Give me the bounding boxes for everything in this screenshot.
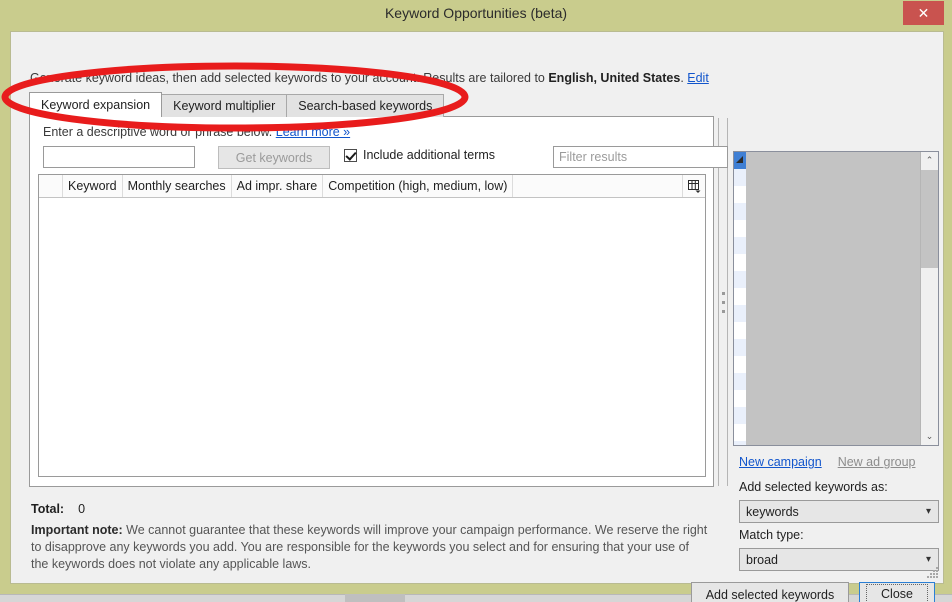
total-row: Total: 0 [31,502,85,516]
tree-row-stripe[interactable] [734,390,746,407]
destination-links: New campaign New ad group [739,455,932,469]
close-dialog-button[interactable]: Close [859,582,935,602]
grid-column-monthly-searches[interactable]: Monthly searches [123,175,232,197]
window-close-button[interactable]: ✕ [903,1,944,25]
tree-row-gutter [734,152,746,445]
tree-content-area[interactable] [746,152,920,445]
checkbox-box-icon [344,149,357,162]
chevron-down-icon: ▾ [926,506,931,517]
title-bar: Keyword Opportunities (beta) ✕ [0,0,952,28]
splitter-line-right [727,118,728,486]
grid-header-spacer [513,175,682,197]
keyword-opportunities-dialog: Keyword Opportunities (beta) ✕ Generate … [0,0,952,594]
tree-row-stripe[interactable] [734,271,746,288]
tree-row-stripe[interactable] [734,322,746,339]
get-keywords-button[interactable]: Get keywords [218,146,330,169]
splitter-dot [722,301,725,304]
keyword-input-row: Get keywords Include additional terms [43,146,703,170]
tab-strip: Keyword expansion Keyword multiplier Sea… [29,92,443,117]
keyword-results-grid[interactable]: Keyword Monthly searches Ad impr. share … [38,174,706,477]
form-instruction-text: Enter a descriptive word or phrase below… [43,125,276,139]
tree-row-stripe[interactable] [734,407,746,424]
match-type-dropdown-value: broad [746,553,778,567]
tree-row-stripe[interactable] [734,237,746,254]
panel-splitter[interactable] [716,118,730,486]
tree-row-stripe[interactable] [734,441,746,446]
tree-row-stripe[interactable] [734,339,746,356]
tab-keyword-expansion[interactable]: Keyword expansion [29,92,162,117]
important-note: Important note: We cannot guarantee that… [31,522,709,573]
intro-text: Generate keyword ideas, then add selecte… [30,71,709,85]
grid-select-all-cell[interactable] [39,175,63,197]
tree-vertical-scrollbar[interactable]: ⌃ ⌄ [920,152,938,445]
filter-results-input[interactable] [553,146,728,168]
scroll-up-arrow-icon[interactable]: ⌃ [921,152,938,169]
close-dialog-button-label: Close [866,584,928,602]
new-campaign-link[interactable]: New campaign [739,455,822,469]
add-selected-keywords-as-label: Add selected keywords as: [739,480,888,494]
new-ad-group-link[interactable]: New ad group [838,455,916,469]
window-title: Keyword Opportunities (beta) [0,5,952,21]
total-label: Total: [31,502,64,516]
grid-column-competition[interactable]: Competition (high, medium, low) [323,175,513,197]
form-instruction: Enter a descriptive word or phrase below… [43,125,350,139]
grid-header-row: Keyword Monthly searches Ad impr. share … [39,175,705,198]
tree-row-stripe[interactable] [734,220,746,237]
grid-body-empty[interactable] [39,198,705,477]
important-note-body: We cannot guarantee that these keywords … [31,523,707,571]
scrollbar-thumb[interactable] [921,170,938,268]
intro-locale: English, United States [548,71,680,85]
tree-row-stripe[interactable] [734,373,746,390]
dialog-client-area: Generate keyword ideas, then add selecte… [10,31,944,584]
total-value: 0 [78,502,85,516]
match-type-label: Match type: [739,528,804,542]
splitter-dot [722,292,725,295]
match-type-dropdown[interactable]: broad ▾ [739,548,939,571]
tree-row-stripe[interactable] [734,254,746,271]
tree-row-stripe[interactable] [734,424,746,441]
tree-row-stripe[interactable] [734,356,746,373]
tree-row-stripe[interactable] [734,169,746,186]
intro-text-before: Generate keyword ideas, then add selecte… [30,71,548,85]
grid-column-keyword[interactable]: Keyword [63,175,123,197]
splitter-dot [722,310,725,313]
include-additional-terms-label: Include additional terms [363,148,495,162]
background-taskbar-item [345,594,405,602]
destination-tree-panel[interactable]: ⌃ ⌄ [733,151,939,446]
tab-search-based-keywords[interactable]: Search-based keywords [286,94,444,117]
add-as-dropdown-value: keywords [746,505,799,519]
add-selected-keywords-button[interactable]: Add selected keywords [691,582,849,602]
tree-selected-row-indicator[interactable] [734,152,746,169]
tree-row-stripe[interactable] [734,186,746,203]
edit-locale-link[interactable]: Edit [687,71,709,85]
keyword-expansion-panel: Enter a descriptive word or phrase below… [29,116,714,487]
tree-row-stripe[interactable] [734,288,746,305]
scroll-down-arrow-icon[interactable]: ⌄ [921,428,938,445]
chevron-down-icon: ▾ [926,554,931,565]
tab-keyword-multiplier[interactable]: Keyword multiplier [161,94,287,117]
desktop-background: Keyword Opportunities (beta) ✕ Generate … [0,0,952,602]
tree-row-stripe[interactable] [734,305,746,322]
important-note-heading: Important note: [31,523,123,537]
column-chooser-icon[interactable] [682,175,705,197]
tree-row-stripe[interactable] [734,203,746,220]
grid-column-ad-impr-share[interactable]: Ad impr. share [232,175,324,197]
add-as-dropdown[interactable]: keywords ▾ [739,500,939,523]
resize-grip-icon[interactable] [927,567,939,579]
seed-keyword-input[interactable] [43,146,195,168]
splitter-line-left [718,118,719,486]
include-additional-terms-checkbox[interactable]: Include additional terms [344,148,495,162]
learn-more-link[interactable]: Learn more » [276,125,350,139]
